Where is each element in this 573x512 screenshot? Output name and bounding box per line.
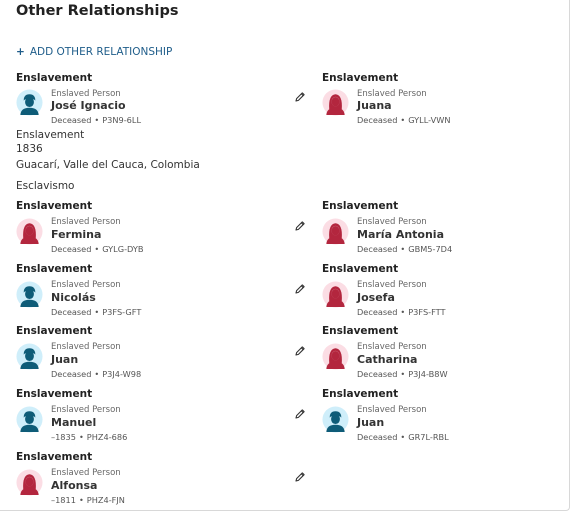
male-person-avatar-icon[interactable] <box>322 406 349 433</box>
plus-icon: + <box>16 46 25 58</box>
person-id: GR7L-RBL <box>408 432 449 442</box>
relationship-label: Enslavement <box>322 263 399 275</box>
relationship-label: Enslavement <box>322 388 399 400</box>
person-role: Enslaved Person <box>357 280 427 290</box>
person-lifespan-id: Deceased • P3N9-6LL <box>51 115 142 125</box>
person-id: GYLL-VWN <box>408 115 451 125</box>
person-role: Enslaved Person <box>51 342 121 352</box>
edit-pencil-icon[interactable] <box>294 408 306 420</box>
person-id: P3FS-GFT <box>102 307 142 317</box>
other-relationships-panel: Other Relationships + ADD OTHER RELATIONS… <box>0 0 570 511</box>
person-status: Deceased <box>51 307 92 317</box>
person-id: GYLG-DYB <box>102 244 144 254</box>
person-name-link[interactable]: Alfonsa <box>51 479 97 492</box>
person-role: Enslaved Person <box>357 89 427 99</box>
person-name-link[interactable]: Josefa <box>357 291 395 304</box>
male-person-avatar-icon[interactable] <box>16 343 43 370</box>
person-role: Enslaved Person <box>357 342 427 352</box>
relationship-event-place: Guacarí, Valle del Cauca, Colombia <box>16 159 200 171</box>
person-lifespan-id: Deceased • GR7L-RBL <box>357 432 449 442</box>
person-id: P3J4-W98 <box>102 369 142 379</box>
female-person-avatar-icon[interactable] <box>16 218 43 245</box>
relationship-label: Enslavement <box>16 451 93 463</box>
person-id: P3J4-B8W <box>408 369 448 379</box>
person-role: Enslaved Person <box>357 405 427 415</box>
person-role: Enslaved Person <box>51 280 121 290</box>
relationship-label: Enslavement <box>322 72 399 84</box>
relationship-event-date: 1836 <box>16 143 43 155</box>
female-person-avatar-icon[interactable] <box>16 469 43 496</box>
person-id: GBM5-7D4 <box>408 244 453 254</box>
person-lifespan-id: Deceased • GBM5-7D4 <box>357 244 453 254</box>
person-name-link[interactable]: Juan <box>357 416 384 429</box>
add-other-relationship-button[interactable]: + ADD OTHER RELATIONSHIP <box>16 46 172 58</box>
relationship-label: Enslavement <box>322 325 399 337</box>
person-role: Enslaved Person <box>51 89 121 99</box>
edit-pencil-icon[interactable] <box>294 91 306 103</box>
person-name-link[interactable]: Manuel <box>51 416 96 429</box>
add-relationship-label: ADD OTHER RELATIONSHIP <box>29 46 173 58</box>
female-person-avatar-icon[interactable] <box>322 218 349 245</box>
person-status: Deceased <box>357 244 398 254</box>
person-name-link[interactable]: Nicolás <box>51 291 96 304</box>
person-name-link[interactable]: Catharina <box>357 353 417 366</box>
person-status: Deceased <box>51 244 92 254</box>
female-person-avatar-icon[interactable] <box>322 281 349 308</box>
person-status: Deceased <box>51 369 92 379</box>
person-id: PHZ4-686 <box>86 432 128 442</box>
relationship-label: Enslavement <box>16 263 93 275</box>
person-role: Enslaved Person <box>51 217 121 227</box>
person-lifespan-id: Deceased • P3J4-W98 <box>51 369 142 379</box>
person-name-link[interactable]: Juan <box>51 353 78 366</box>
person-status: Deceased <box>357 369 398 379</box>
relationship-event-description: Esclavismo <box>16 180 75 192</box>
person-lifespan-id: Deceased • GYLG-DYB <box>51 244 144 254</box>
edit-pencil-icon[interactable] <box>294 220 306 232</box>
male-person-avatar-icon[interactable] <box>16 281 43 308</box>
person-lifespan-id: Deceased • P3FS-GFT <box>51 307 142 317</box>
person-name-link[interactable]: María Antonia <box>357 228 444 241</box>
relationship-label: Enslavement <box>322 200 399 212</box>
person-lifespan-id: –1835 • PHZ4-686 <box>51 432 128 442</box>
person-status: –1835 <box>51 432 76 442</box>
person-status: Deceased <box>357 307 398 317</box>
person-status: Deceased <box>357 115 398 125</box>
person-role: Enslaved Person <box>51 468 121 478</box>
person-lifespan-id: Deceased • P3FS-FTT <box>357 307 446 317</box>
person-status: –1811 <box>51 495 76 505</box>
person-status: Deceased <box>51 115 92 125</box>
person-name-link[interactable]: Fermina <box>51 228 101 241</box>
person-name-link[interactable]: José Ignacio <box>51 99 126 112</box>
edit-pencil-icon[interactable] <box>294 471 306 483</box>
person-lifespan-id: Deceased • P3J4-B8W <box>357 369 448 379</box>
person-name-link[interactable]: Juana <box>357 99 392 112</box>
person-role: Enslaved Person <box>357 217 427 227</box>
relationship-label: Enslavement <box>16 72 93 84</box>
person-role: Enslaved Person <box>51 405 121 415</box>
female-person-avatar-icon[interactable] <box>322 343 349 370</box>
person-id: PHZ4-FJN <box>86 495 125 505</box>
relationship-label: Enslavement <box>16 200 93 212</box>
person-id: P3N9-6LL <box>102 115 142 125</box>
person-lifespan-id: Deceased • GYLL-VWN <box>357 115 451 125</box>
edit-pencil-icon[interactable] <box>294 283 306 295</box>
edit-pencil-icon[interactable] <box>294 345 306 357</box>
female-person-avatar-icon[interactable] <box>322 89 349 116</box>
section-title: Other Relationships <box>16 3 179 19</box>
relationship-event-type: Enslavement <box>16 129 85 141</box>
relationship-label: Enslavement <box>16 388 93 400</box>
person-lifespan-id: –1811 • PHZ4-FJN <box>51 495 125 505</box>
male-person-avatar-icon[interactable] <box>16 406 43 433</box>
male-person-avatar-icon[interactable] <box>16 89 43 116</box>
person-status: Deceased <box>357 432 398 442</box>
person-id: P3FS-FTT <box>408 307 446 317</box>
relationship-label: Enslavement <box>16 325 93 337</box>
